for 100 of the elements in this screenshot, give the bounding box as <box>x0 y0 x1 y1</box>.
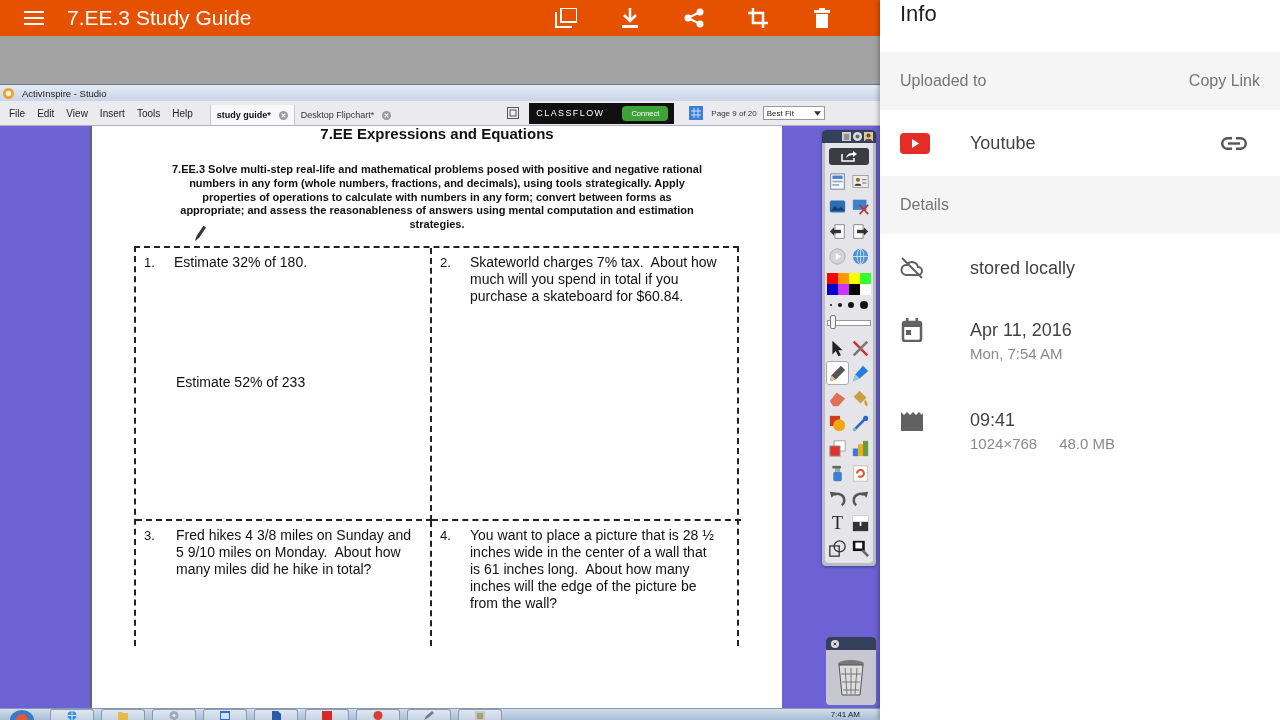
color-swatch-icon[interactable] <box>827 273 838 284</box>
problem-number: 1. <box>144 254 156 272</box>
detail-meta: 48.0 MB <box>1059 434 1116 454</box>
app-logo-icon <box>3 87 14 99</box>
problem-number: 3. <box>144 527 156 545</box>
service-name: Youtube <box>970 132 1036 155</box>
dot-circle-icon[interactable] <box>853 132 862 141</box>
color-swatch-icon[interactable] <box>838 284 849 295</box>
color-swatch-icon[interactable] <box>860 284 871 295</box>
menu-item[interactable]: Edit <box>32 105 60 121</box>
taskbar-button[interactable] <box>356 709 400 720</box>
pen-size-icon[interactable] <box>838 303 842 307</box>
square-circle-fill-icon <box>829 414 846 432</box>
taskbar-button[interactable] <box>203 709 247 720</box>
taskbar-button[interactable] <box>254 709 298 720</box>
crossed-tools-icon <box>852 339 869 357</box>
problem-text: Estimate 32% of 180. <box>174 254 308 271</box>
taskbar-button[interactable] <box>152 709 196 720</box>
window-icon <box>220 711 230 720</box>
circle-app-icon <box>373 711 383 720</box>
pen-icon <box>829 364 846 382</box>
problem-number: 4. <box>440 527 452 545</box>
connector-icon <box>852 414 869 432</box>
worksheet-title: 7.EE Expressions and Equations <box>319 126 555 142</box>
document-tab[interactable]: study guide* <box>209 105 294 125</box>
monitor-cross-icon <box>852 197 869 215</box>
square-circle-outline-icon <box>829 539 846 557</box>
pen-cursor-icon <box>194 225 206 242</box>
brand-label: CLASSFLOW <box>536 108 605 118</box>
page-forward-icon <box>852 222 869 240</box>
screen-shade-icon <box>852 514 869 532</box>
refresh-icon <box>852 464 869 482</box>
grid-page-icon[interactable] <box>689 106 704 120</box>
calendar-icon <box>900 318 924 342</box>
stacked-cards-icon <box>829 439 846 457</box>
color-swatch-icon[interactable] <box>827 284 838 295</box>
copy-link-button[interactable]: Copy Link <box>1188 70 1260 92</box>
tool-button[interactable] <box>826 361 849 385</box>
square-app-icon <box>322 711 332 720</box>
detail-text: Apr 11, 2016 <box>970 319 1072 342</box>
globe-icon <box>852 247 869 265</box>
download-icon[interactable] <box>619 8 641 28</box>
close-icon[interactable] <box>831 639 839 648</box>
play-icon <box>829 247 846 265</box>
window-title: ActivInspire - Studio <box>22 87 107 99</box>
page-frame-icon[interactable] <box>507 107 520 119</box>
pencil-app-icon <box>424 711 434 720</box>
page-back-icon <box>829 222 846 240</box>
slider-handle[interactable] <box>830 315 837 329</box>
detail-text: 09:41 <box>970 409 1017 432</box>
section-label: Uploaded to <box>900 72 987 90</box>
taskbar-button[interactable] <box>101 709 145 720</box>
notepad-icon <box>475 711 485 720</box>
section-label: Details <box>900 196 949 214</box>
document-tab[interactable]: Desktop Flipchart* <box>293 105 398 125</box>
menu-item[interactable]: File <box>4 105 31 121</box>
menu-item[interactable]: Insert <box>94 105 130 121</box>
standard-text: 7.EE.3 Solve multi-step real-life and mathematical problems posed with positive and negative rational numbers in any form (whole numbers, fractions, and decimals), using tools strategically. Apply properties of operations to calculate with numbers in any form; convert between forms as appropriate; and assess the reasonableness of answers using mental computation and estimation strategies. <box>171 163 703 232</box>
menu-item[interactable]: View <box>61 105 93 121</box>
globe-icon <box>67 711 77 720</box>
menu-item[interactable]: Tools <box>131 105 166 121</box>
document-window-icon <box>829 172 846 190</box>
share-icon[interactable] <box>683 8 705 28</box>
color-swatch-icon[interactable] <box>860 273 871 284</box>
color-swatch-icon[interactable] <box>838 273 849 284</box>
copy-icon[interactable] <box>555 8 577 28</box>
color-swatch-icon[interactable] <box>849 284 860 295</box>
zoom-dropdown[interactable]: Best Fit <box>762 106 825 120</box>
bar-blocks-icon <box>852 439 869 457</box>
export-arrow-icon <box>841 151 857 162</box>
menu-icon[interactable] <box>24 11 44 25</box>
trash-icon[interactable] <box>811 8 833 28</box>
crop-icon[interactable] <box>747 8 769 28</box>
person-icon[interactable] <box>864 132 873 141</box>
problem-text: Skateworld charges 7% tax. About how much will you spend in total if you purchase a skateboard for $60.84. <box>470 254 718 305</box>
taskbar-button[interactable] <box>305 709 349 720</box>
caret-icon[interactable] <box>813 110 821 116</box>
color-swatch-icon[interactable] <box>849 273 860 284</box>
camera-icon <box>852 539 869 557</box>
disc-icon <box>169 711 179 720</box>
page-indicator: Page 9 of 20 <box>711 108 757 118</box>
taskbar-button[interactable] <box>50 709 94 720</box>
highlighter-icon <box>852 364 869 382</box>
problem-text: Fred hikes 4 3/8 miles on Sunday and 5 9/10 miles on Monday. About how many miles did he hike in total? <box>175 527 413 578</box>
menu-item[interactable]: Help <box>167 105 198 121</box>
export-button[interactable] <box>829 148 869 165</box>
problem-text: You want to place a picture that is 28 ½ inches wide in the center of a wall that is 61 inches long. About how many inches will the edge of the picture be from the wall? <box>470 527 715 612</box>
document-icon <box>271 711 281 720</box>
app-title: 7.EE.3 Study Guide <box>67 6 252 30</box>
folder-icon <box>118 711 128 720</box>
trash-can-icon[interactable] <box>837 659 865 696</box>
link-icon[interactable] <box>1221 136 1247 150</box>
start-orb-icon[interactable] <box>10 709 34 720</box>
detail-meta: Mon, 7:54 AM <box>970 344 1063 364</box>
taskbar-button[interactable] <box>458 709 502 720</box>
panel-title: Info <box>900 1 937 27</box>
paint-bucket-icon <box>852 389 869 407</box>
taskbar-button[interactable] <box>407 709 451 720</box>
problem-number: 2. <box>440 254 452 272</box>
cloud-off-icon <box>900 256 924 280</box>
